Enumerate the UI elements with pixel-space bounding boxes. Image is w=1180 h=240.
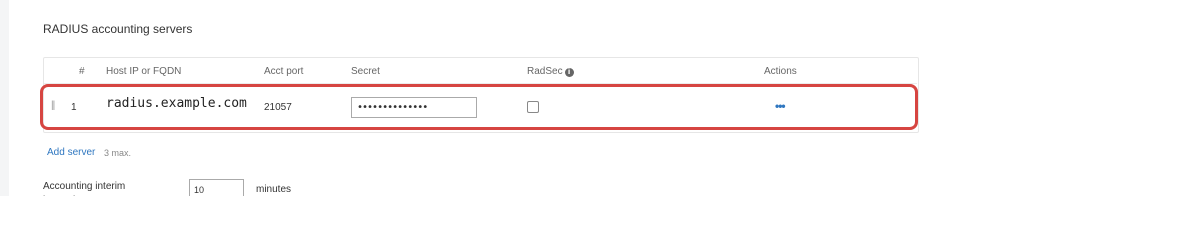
header-port: Acct port: [264, 66, 304, 77]
header-index: #: [79, 66, 85, 77]
header-host: Host IP or FQDN: [106, 66, 182, 77]
row-highlight: [40, 84, 918, 130]
section-title: RADIUS accounting servers: [43, 22, 193, 36]
left-panel-edge: [0, 0, 9, 196]
header-secret: Secret: [351, 66, 380, 77]
header-radsec: RadSec i: [527, 66, 574, 77]
header-radsec-label: RadSec: [527, 66, 563, 77]
info-icon[interactable]: i: [564, 68, 574, 77]
max-servers-note: 3 max.: [104, 148, 132, 158]
viewport-bottom: [0, 196, 1180, 225]
header-actions: Actions: [764, 66, 797, 77]
add-server-link[interactable]: Add server: [47, 147, 95, 158]
interim-unit: minutes: [256, 184, 292, 195]
